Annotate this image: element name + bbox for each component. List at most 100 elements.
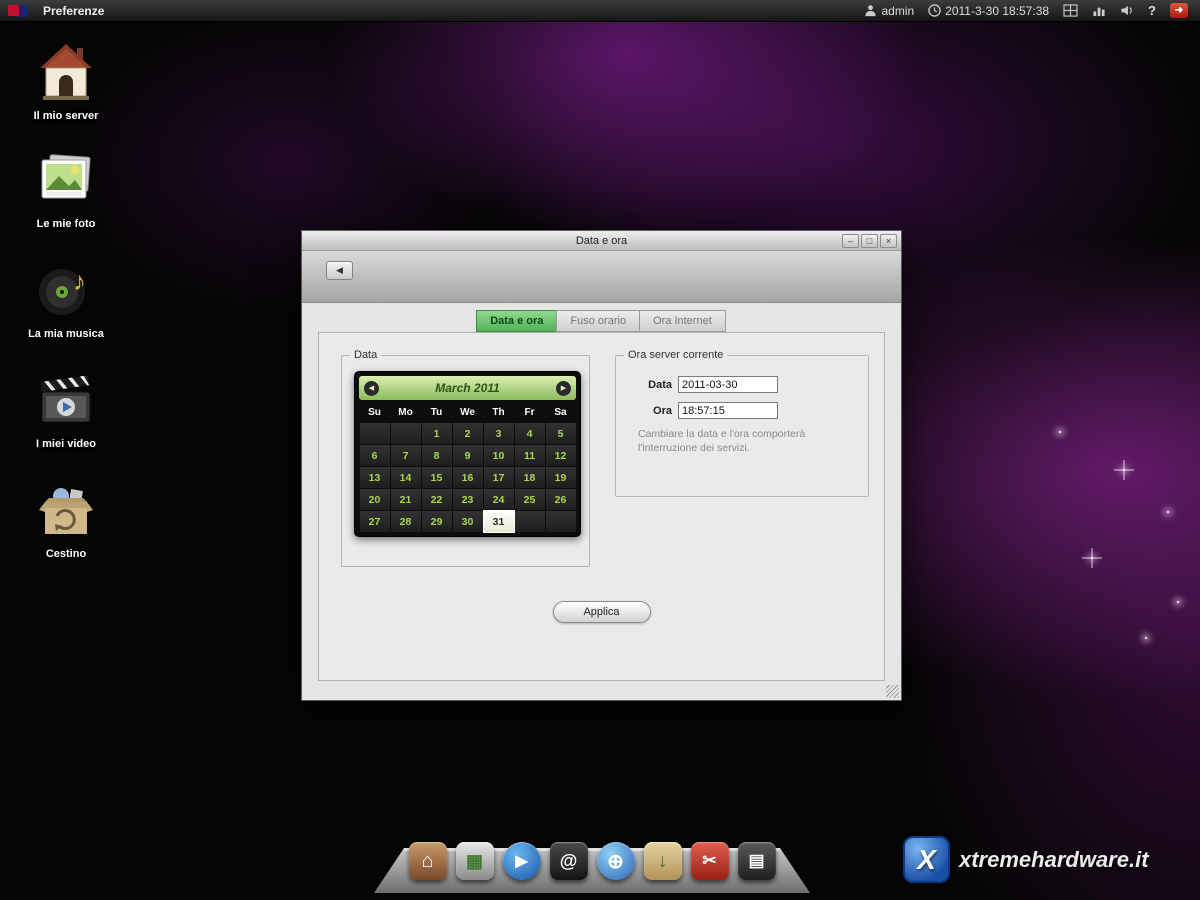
watermark-text: xtremehardware.it bbox=[959, 847, 1149, 873]
contacts-icon[interactable]: @ bbox=[550, 842, 588, 880]
weekday-label: Mo bbox=[391, 403, 421, 422]
calendar-day[interactable]: 21 bbox=[391, 489, 421, 510]
calendar-day[interactable]: 20 bbox=[360, 489, 390, 510]
volume-icon[interactable] bbox=[1120, 4, 1134, 17]
server-date-input[interactable] bbox=[678, 376, 778, 393]
dialog-titlebar[interactable]: Data e ora – □ × bbox=[302, 231, 901, 251]
calendar-day[interactable]: 28 bbox=[391, 511, 421, 532]
calendar-day-empty bbox=[391, 423, 421, 444]
home-icon[interactable]: ⌂ bbox=[409, 842, 447, 880]
calendar-prev-icon[interactable]: ◀ bbox=[364, 381, 379, 396]
media-player-icon[interactable]: ▶ bbox=[503, 842, 541, 880]
web-icon[interactable]: ⊕ bbox=[597, 842, 635, 880]
calendar-day[interactable]: 17 bbox=[484, 467, 514, 488]
close-icon[interactable]: × bbox=[880, 234, 897, 248]
calendar-day-empty bbox=[515, 511, 545, 532]
maximize-icon[interactable]: □ bbox=[861, 234, 878, 248]
calendar-header: ◀ March 2011 ▶ bbox=[359, 376, 576, 400]
date-groupbox: Data ◀ March 2011 ▶ Su Mo Tu We Th Fr bbox=[341, 349, 590, 567]
server-time-input[interactable] bbox=[678, 402, 778, 419]
dialog-toolbar: ◀ bbox=[302, 251, 901, 303]
calendar-day[interactable]: 24 bbox=[484, 489, 514, 510]
calendar-day[interactable]: 8 bbox=[422, 445, 452, 466]
resource-monitor-icon[interactable] bbox=[1092, 4, 1106, 17]
calendar-day[interactable]: 10 bbox=[484, 445, 514, 466]
desktop-icon-my-videos[interactable]: I miei video bbox=[14, 372, 118, 450]
calendar-day[interactable]: 18 bbox=[515, 467, 545, 488]
calendar-day[interactable]: 27 bbox=[360, 511, 390, 532]
app-logo-icon[interactable] bbox=[8, 5, 34, 17]
calendar-day-empty bbox=[546, 511, 576, 532]
calendar: ◀ March 2011 ▶ Su Mo Tu We Th Fr Sa bbox=[354, 371, 581, 537]
apply-button[interactable]: Applica bbox=[553, 601, 651, 623]
date-group-label: Data bbox=[350, 349, 381, 361]
calendar-day[interactable]: 9 bbox=[453, 445, 483, 466]
weekday-label: Tu bbox=[422, 403, 452, 422]
user-icon bbox=[864, 4, 877, 17]
calendar-day[interactable]: 23 bbox=[453, 489, 483, 510]
calendar-day[interactable]: 3 bbox=[484, 423, 514, 444]
desktop-icon-label: La mia musica bbox=[14, 328, 118, 340]
weekday-label: We bbox=[453, 403, 483, 422]
desktop-icon-my-photos[interactable]: Le mie foto bbox=[14, 152, 118, 230]
download-icon[interactable]: ↓ bbox=[644, 842, 682, 880]
dock: ⌂ ▦ ▶ @ ⊕ ↓ ✂ ▤ bbox=[374, 832, 810, 880]
sparkle bbox=[1166, 510, 1170, 514]
calendar-day[interactable]: 11 bbox=[515, 445, 545, 466]
calendar-day[interactable]: 15 bbox=[422, 467, 452, 488]
calendar-day[interactable]: 14 bbox=[391, 467, 421, 488]
desktop-icon-my-server[interactable]: Il mio server bbox=[14, 42, 118, 122]
video-icon bbox=[14, 372, 118, 432]
desktop-icon-trash[interactable]: Cestino bbox=[14, 482, 118, 560]
help-button[interactable]: ? bbox=[1148, 3, 1156, 18]
weekday-label: Th bbox=[484, 403, 514, 422]
desktop-icon-label: I miei video bbox=[14, 438, 118, 450]
calendar-day-empty bbox=[360, 423, 390, 444]
tab-date-time[interactable]: Data e ora bbox=[476, 310, 557, 332]
widgets-icon[interactable] bbox=[1063, 4, 1078, 17]
logout-icon[interactable]: ➜ bbox=[1170, 3, 1188, 18]
calendar-day[interactable]: 6 bbox=[360, 445, 390, 466]
utilities-icon[interactable]: ✂ bbox=[691, 842, 729, 880]
trash-icon bbox=[14, 482, 118, 542]
calendar-day[interactable]: 12 bbox=[546, 445, 576, 466]
desktop-icon-my-music[interactable]: ♪ La mia musica bbox=[14, 262, 118, 340]
calendar-day[interactable]: 13 bbox=[360, 467, 390, 488]
svg-text:♪: ♪ bbox=[73, 266, 86, 296]
tab-internet-time[interactable]: Ora Internet bbox=[639, 310, 726, 332]
weekday-label: Fr bbox=[515, 403, 545, 422]
sparkle bbox=[1144, 636, 1148, 640]
calendar-day[interactable]: 19 bbox=[546, 467, 576, 488]
server-date-label: Data bbox=[630, 379, 672, 391]
resize-handle[interactable] bbox=[886, 685, 899, 698]
user-menu[interactable]: admin bbox=[864, 4, 914, 18]
calendar-day[interactable]: 25 bbox=[515, 489, 545, 510]
calendar-day[interactable]: 16 bbox=[453, 467, 483, 488]
calendar-day-selected[interactable]: 31 bbox=[484, 511, 514, 532]
clock-menu[interactable]: 2011-3-30 18:57:38 bbox=[928, 4, 1049, 18]
calendar-day[interactable]: 4 bbox=[515, 423, 545, 444]
calendar-next-icon[interactable]: ▶ bbox=[556, 381, 571, 396]
watermark: X xtremehardware.it bbox=[903, 836, 1149, 883]
username: admin bbox=[881, 4, 914, 18]
app-title: Preferenze bbox=[43, 4, 104, 18]
calendar-day[interactable]: 30 bbox=[453, 511, 483, 532]
calendar-day[interactable]: 1 bbox=[422, 423, 452, 444]
calendar-day[interactable]: 26 bbox=[546, 489, 576, 510]
weekday-label: Su bbox=[360, 403, 390, 422]
weekday-label: Sa bbox=[546, 403, 576, 422]
minimize-icon[interactable]: – bbox=[842, 234, 859, 248]
calendar-day[interactable]: 7 bbox=[391, 445, 421, 466]
calendar-day[interactable]: 22 bbox=[422, 489, 452, 510]
calendar-day[interactable]: 5 bbox=[546, 423, 576, 444]
server-time-groupbox: Ora server corrente Data Ora Cambiare la… bbox=[615, 349, 869, 497]
toolbox-icon[interactable]: ▤ bbox=[738, 842, 776, 880]
calendar-day[interactable]: 2 bbox=[453, 423, 483, 444]
calendar-day[interactable]: 29 bbox=[422, 511, 452, 532]
back-button[interactable]: ◀ bbox=[326, 261, 353, 280]
server-time-warning: Cambiare la data e l'ora comporterà l'in… bbox=[638, 427, 848, 455]
sparkle bbox=[1058, 430, 1062, 434]
tab-timezone[interactable]: Fuso orario bbox=[556, 310, 640, 332]
desktop-icon-label: Il mio server bbox=[14, 110, 118, 122]
photos-icon[interactable]: ▦ bbox=[456, 842, 494, 880]
